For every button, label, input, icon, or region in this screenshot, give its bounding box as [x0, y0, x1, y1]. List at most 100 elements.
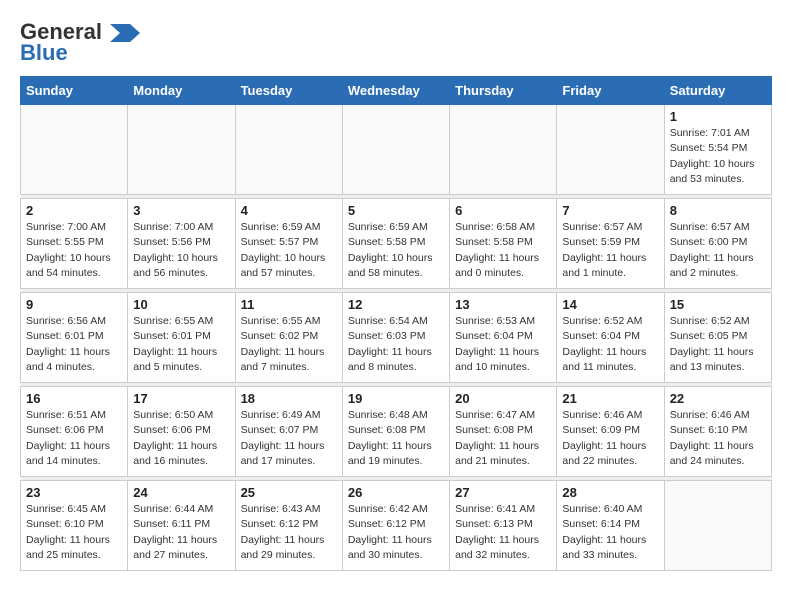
day-info: Sunrise: 6:51 AM Sunset: 6:06 PM Dayligh… — [26, 408, 122, 469]
calendar-table: SundayMondayTuesdayWednesdayThursdayFrid… — [20, 76, 772, 571]
calendar-cell — [128, 105, 235, 195]
day-info: Sunrise: 6:46 AM Sunset: 6:09 PM Dayligh… — [562, 408, 658, 469]
calendar-cell: 17 Sunrise: 6:50 AM Sunset: 6:06 PM Dayli… — [128, 387, 235, 477]
day-number: 23 — [26, 485, 122, 500]
day-info: Sunrise: 6:46 AM Sunset: 6:10 PM Dayligh… — [670, 408, 766, 469]
day-number: 26 — [348, 485, 444, 500]
day-number: 9 — [26, 297, 122, 312]
calendar-cell — [664, 481, 771, 571]
calendar-cell — [450, 105, 557, 195]
calendar-cell: 25Sunrise: 6:43 AM Sunset: 6:12 PM Dayli… — [235, 481, 342, 571]
day-info: Sunrise: 6:52 AM Sunset: 6:04 PM Dayligh… — [562, 314, 658, 375]
day-info: Sunrise: 6:50 AM Sunset: 6:06 PM Dayligh… — [133, 408, 229, 469]
calendar-cell: 11 Sunrise: 6:55 AM Sunset: 6:02 PM Dayli… — [235, 293, 342, 383]
calendar-cell — [342, 105, 449, 195]
calendar-cell: 27 Sunrise: 6:41 AM Sunset: 6:13 PM Dayli… — [450, 481, 557, 571]
calendar-week-row-1: 2Sunrise: 7:00 AM Sunset: 5:55 PM Daylig… — [21, 199, 772, 289]
calendar-cell: 4 Sunrise: 6:59 AM Sunset: 5:57 PM Daylig… — [235, 199, 342, 289]
calendar-cell: 10 Sunrise: 6:55 AM Sunset: 6:01 PM Dayli… — [128, 293, 235, 383]
calendar-cell: 3 Sunrise: 7:00 AM Sunset: 5:56 PM Daylig… — [128, 199, 235, 289]
day-info: Sunrise: 7:01 AM Sunset: 5:54 PM Dayligh… — [670, 126, 766, 187]
calendar-cell: 9 Sunrise: 6:56 AM Sunset: 6:01 PM Daylig… — [21, 293, 128, 383]
day-number: 17 — [133, 391, 229, 406]
day-info: Sunrise: 6:48 AM Sunset: 6:08 PM Dayligh… — [348, 408, 444, 469]
calendar-week-row-4: 23 Sunrise: 6:45 AM Sunset: 6:10 PM Dayli… — [21, 481, 772, 571]
day-info: Sunrise: 7:00 AM Sunset: 5:56 PM Dayligh… — [133, 220, 229, 281]
day-number: 3 — [133, 203, 229, 218]
day-info: Sunrise: 6:49 AM Sunset: 6:07 PM Dayligh… — [241, 408, 337, 469]
calendar-cell: 20 Sunrise: 6:47 AM Sunset: 6:08 PM Dayli… — [450, 387, 557, 477]
day-number: 24 — [133, 485, 229, 500]
logo-arrow-icon — [110, 24, 140, 42]
day-number: 11 — [241, 297, 337, 312]
day-info: Sunrise: 6:45 AM Sunset: 6:10 PM Dayligh… — [26, 502, 122, 563]
day-number: 6 — [455, 203, 551, 218]
day-info: Sunrise: 6:56 AM Sunset: 6:01 PM Dayligh… — [26, 314, 122, 375]
calendar-cell: 6 Sunrise: 6:58 AM Sunset: 5:58 PM Daylig… — [450, 199, 557, 289]
page-header: General Blue — [20, 20, 772, 66]
day-info: Sunrise: 6:40 AM Sunset: 6:14 PM Dayligh… — [562, 502, 658, 563]
day-number: 27 — [455, 485, 551, 500]
day-info: Sunrise: 6:42 AM Sunset: 6:12 PM Dayligh… — [348, 502, 444, 563]
weekday-header-saturday: Saturday — [664, 77, 771, 105]
calendar-week-row-2: 9 Sunrise: 6:56 AM Sunset: 6:01 PM Daylig… — [21, 293, 772, 383]
day-number: 21 — [562, 391, 658, 406]
day-number: 16 — [26, 391, 122, 406]
calendar-cell: 28 Sunrise: 6:40 AM Sunset: 6:14 PM Dayli… — [557, 481, 664, 571]
calendar-cell: 2Sunrise: 7:00 AM Sunset: 5:55 PM Daylig… — [21, 199, 128, 289]
calendar-week-row-0: 1 Sunrise: 7:01 AM Sunset: 5:54 PM Daylig… — [21, 105, 772, 195]
day-number: 2 — [26, 203, 122, 218]
day-info: Sunrise: 6:53 AM Sunset: 6:04 PM Dayligh… — [455, 314, 551, 375]
day-number: 8 — [670, 203, 766, 218]
calendar-cell: 24Sunrise: 6:44 AM Sunset: 6:11 PM Dayli… — [128, 481, 235, 571]
day-number: 14 — [562, 297, 658, 312]
day-info: Sunrise: 6:47 AM Sunset: 6:08 PM Dayligh… — [455, 408, 551, 469]
calendar-cell — [21, 105, 128, 195]
calendar-cell: 1 Sunrise: 7:01 AM Sunset: 5:54 PM Daylig… — [664, 105, 771, 195]
logo-blue: Blue — [20, 40, 68, 66]
day-info: Sunrise: 6:52 AM Sunset: 6:05 PM Dayligh… — [670, 314, 766, 375]
day-number: 19 — [348, 391, 444, 406]
day-info: Sunrise: 6:58 AM Sunset: 5:58 PM Dayligh… — [455, 220, 551, 281]
calendar-cell: 14 Sunrise: 6:52 AM Sunset: 6:04 PM Dayli… — [557, 293, 664, 383]
day-info: Sunrise: 6:41 AM Sunset: 6:13 PM Dayligh… — [455, 502, 551, 563]
day-number: 1 — [670, 109, 766, 124]
weekday-header-thursday: Thursday — [450, 77, 557, 105]
calendar-cell: 16 Sunrise: 6:51 AM Sunset: 6:06 PM Dayli… — [21, 387, 128, 477]
calendar-cell: 15 Sunrise: 6:52 AM Sunset: 6:05 PM Dayli… — [664, 293, 771, 383]
calendar-cell: 21 Sunrise: 6:46 AM Sunset: 6:09 PM Dayli… — [557, 387, 664, 477]
day-number: 28 — [562, 485, 658, 500]
weekday-header-friday: Friday — [557, 77, 664, 105]
day-info: Sunrise: 6:59 AM Sunset: 5:58 PM Dayligh… — [348, 220, 444, 281]
calendar-cell — [235, 105, 342, 195]
day-info: Sunrise: 6:55 AM Sunset: 6:02 PM Dayligh… — [241, 314, 337, 375]
day-number: 20 — [455, 391, 551, 406]
weekday-header-wednesday: Wednesday — [342, 77, 449, 105]
day-number: 15 — [670, 297, 766, 312]
day-info: Sunrise: 6:59 AM Sunset: 5:57 PM Dayligh… — [241, 220, 337, 281]
day-info: Sunrise: 6:55 AM Sunset: 6:01 PM Dayligh… — [133, 314, 229, 375]
day-number: 13 — [455, 297, 551, 312]
day-info: Sunrise: 6:54 AM Sunset: 6:03 PM Dayligh… — [348, 314, 444, 375]
day-info: Sunrise: 6:57 AM Sunset: 6:00 PM Dayligh… — [670, 220, 766, 281]
calendar-week-row-3: 16 Sunrise: 6:51 AM Sunset: 6:06 PM Dayli… — [21, 387, 772, 477]
day-number: 22 — [670, 391, 766, 406]
day-number: 4 — [241, 203, 337, 218]
calendar-cell: 18Sunrise: 6:49 AM Sunset: 6:07 PM Dayli… — [235, 387, 342, 477]
calendar-cell: 19 Sunrise: 6:48 AM Sunset: 6:08 PM Dayli… — [342, 387, 449, 477]
logo: General Blue — [20, 20, 140, 66]
calendar-cell: 12Sunrise: 6:54 AM Sunset: 6:03 PM Dayli… — [342, 293, 449, 383]
calendar-cell: 7 Sunrise: 6:57 AM Sunset: 5:59 PM Daylig… — [557, 199, 664, 289]
day-number: 5 — [348, 203, 444, 218]
weekday-header-monday: Monday — [128, 77, 235, 105]
calendar-cell: 5 Sunrise: 6:59 AM Sunset: 5:58 PM Daylig… — [342, 199, 449, 289]
calendar-cell: 13 Sunrise: 6:53 AM Sunset: 6:04 PM Dayli… — [450, 293, 557, 383]
day-number: 7 — [562, 203, 658, 218]
calendar-cell — [557, 105, 664, 195]
weekday-header-tuesday: Tuesday — [235, 77, 342, 105]
calendar-cell: 22 Sunrise: 6:46 AM Sunset: 6:10 PM Dayli… — [664, 387, 771, 477]
day-number: 10 — [133, 297, 229, 312]
day-info: Sunrise: 6:57 AM Sunset: 5:59 PM Dayligh… — [562, 220, 658, 281]
calendar-cell: 26 Sunrise: 6:42 AM Sunset: 6:12 PM Dayli… — [342, 481, 449, 571]
weekday-header-row: SundayMondayTuesdayWednesdayThursdayFrid… — [21, 77, 772, 105]
